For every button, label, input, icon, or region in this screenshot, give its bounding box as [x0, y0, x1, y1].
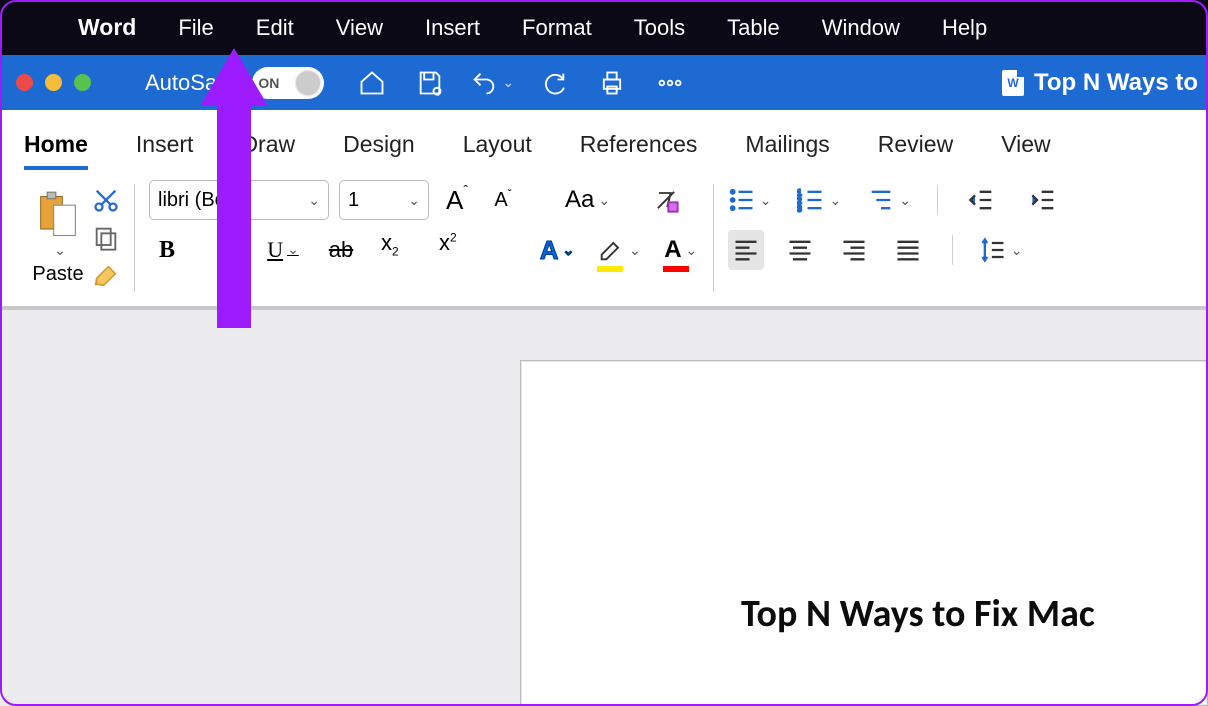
increase-indent-icon[interactable]: [1026, 180, 1062, 220]
document-page[interactable]: Top N Ways to Fix Mac: [520, 360, 1208, 706]
menu-help[interactable]: Help: [942, 15, 987, 41]
subscript-button[interactable]: x2: [381, 230, 417, 270]
tab-view[interactable]: View: [1001, 131, 1050, 170]
superscript-button[interactable]: x2: [439, 230, 475, 270]
font-size-combo[interactable]: 1⌄: [339, 180, 429, 220]
underline-button[interactable]: U⌄: [265, 230, 301, 270]
copy-icon[interactable]: [92, 224, 120, 252]
align-center-icon[interactable]: [782, 230, 818, 270]
font-color-button[interactable]: A ⌄: [663, 230, 699, 270]
ribbon: ⌄ Paste libri (Bo…⌄ 1⌄ Aˆ Aˇ Aa⌄ B: [0, 170, 1208, 310]
svg-text:3: 3: [797, 205, 802, 214]
redo-icon[interactable]: [536, 63, 572, 103]
clear-formatting-icon[interactable]: [648, 180, 684, 220]
menu-insert[interactable]: Insert: [425, 15, 480, 41]
menu-edit[interactable]: Edit: [256, 15, 294, 41]
tab-insert[interactable]: Insert: [136, 131, 194, 170]
menu-window[interactable]: Window: [822, 15, 900, 41]
paste-icon[interactable]: [32, 190, 84, 242]
align-right-icon[interactable]: [836, 230, 872, 270]
window-titlebar: AutoSave ON ⌄ W Top N Ways to: [0, 55, 1208, 110]
app-name[interactable]: Word: [78, 14, 136, 41]
align-left-icon[interactable]: [728, 230, 764, 270]
justify-icon[interactable]: [890, 230, 926, 270]
tab-home[interactable]: Home: [24, 131, 88, 170]
save-icon[interactable]: [412, 63, 448, 103]
zoom-window-button[interactable]: [74, 74, 91, 91]
tab-layout[interactable]: Layout: [463, 131, 532, 170]
tab-review[interactable]: Review: [878, 131, 953, 170]
document-canvas[interactable]: Top N Ways to Fix Mac: [0, 310, 1208, 706]
strikethrough-button[interactable]: ab: [323, 230, 359, 270]
tab-references[interactable]: References: [580, 131, 698, 170]
clipboard-group: ⌄ Paste: [18, 180, 134, 295]
more-icon[interactable]: [652, 63, 688, 103]
paste-dropdown[interactable]: ⌄: [54, 242, 66, 259]
ribbon-tabs: Home Insert Draw Design Layout Reference…: [0, 110, 1208, 170]
document-heading: Top N Ways to Fix Mac: [741, 591, 1207, 637]
document-title-area: W Top N Ways to: [1002, 69, 1198, 97]
home-icon[interactable]: [354, 63, 390, 103]
macos-menubar: Word File Edit View Insert Format Tools …: [0, 0, 1208, 55]
undo-icon[interactable]: ⌄: [470, 63, 514, 103]
toggle-knob: [296, 71, 320, 95]
print-icon[interactable]: [594, 63, 630, 103]
menu-format[interactable]: Format: [522, 15, 592, 41]
tab-mailings[interactable]: Mailings: [745, 131, 829, 170]
close-window-button[interactable]: [16, 74, 33, 91]
change-case-button[interactable]: Aa⌄: [565, 180, 610, 220]
word-document-icon: W: [1002, 70, 1024, 96]
text-effects-button[interactable]: A⌄: [539, 230, 575, 270]
bullets-icon[interactable]: ⌄: [728, 180, 772, 220]
line-spacing-icon[interactable]: ⌄: [979, 230, 1023, 270]
minimize-window-button[interactable]: [45, 74, 62, 91]
menu-table[interactable]: Table: [727, 15, 780, 41]
menu-view[interactable]: View: [336, 15, 383, 41]
paste-label: Paste: [32, 263, 83, 286]
format-painter-icon[interactable]: [92, 262, 120, 290]
font-size-value: 1: [348, 189, 359, 212]
multilevel-list-icon[interactable]: ⌄: [867, 180, 911, 220]
chevron-down-icon[interactable]: ⌄: [502, 74, 514, 91]
decrease-font-icon[interactable]: Aˇ: [485, 180, 521, 220]
decrease-indent-icon[interactable]: [964, 180, 1000, 220]
window-controls: [16, 74, 91, 91]
bold-button[interactable]: B: [149, 230, 185, 270]
highlight-color-button[interactable]: ⌄: [597, 230, 641, 270]
numbering-icon[interactable]: 123⌄: [797, 180, 841, 220]
cut-icon[interactable]: [92, 186, 120, 214]
menu-tools[interactable]: Tools: [634, 15, 685, 41]
tab-design[interactable]: Design: [343, 131, 415, 170]
increase-font-icon[interactable]: Aˆ: [439, 180, 475, 220]
menu-file[interactable]: File: [178, 15, 213, 41]
document-title: Top N Ways to: [1034, 69, 1198, 97]
paragraph-group: ⌄ 123⌄ ⌄ ⌄: [714, 180, 1076, 295]
annotation-arrow: [200, 48, 268, 328]
